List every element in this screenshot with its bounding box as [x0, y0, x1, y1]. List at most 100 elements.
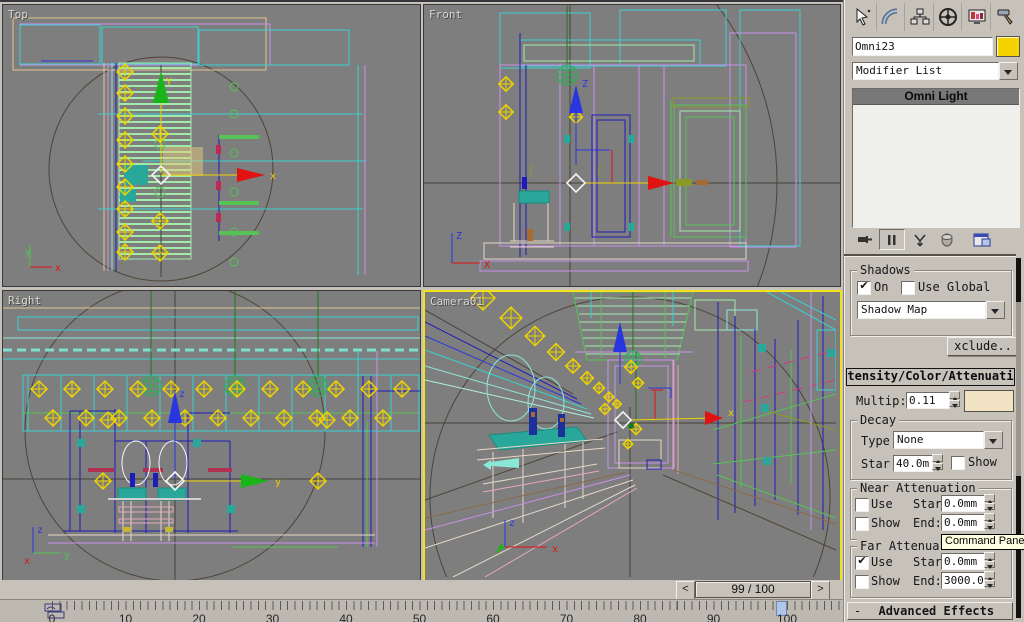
decay-start-label: Star: [861, 457, 890, 471]
near-start-field[interactable]: 0.0mm: [941, 495, 985, 512]
right-omni-light-icons[interactable]: [31, 381, 410, 489]
command-panel: Modifier List Omni Light: [843, 0, 1024, 622]
decay-type-dropdown[interactable]: None: [893, 431, 1003, 449]
near-end-field[interactable]: 0.0mm: [941, 514, 985, 531]
far-attenuation-group: Far Attenua Use Star 0.0mm Show End: 300…: [850, 546, 1012, 598]
front-wireframe: [424, 5, 840, 286]
viewport-camera[interactable]: Camera01: [423, 290, 842, 583]
far-show-label: Show: [871, 574, 900, 588]
multiplier-field[interactable]: 0.11: [906, 392, 950, 409]
near-end-spinner[interactable]: [984, 513, 995, 529]
advanced-effects-rollout[interactable]: - Advanced Effects: [847, 602, 1013, 620]
configure-modifier-sets-button[interactable]: [970, 230, 994, 249]
tab-display[interactable]: [964, 3, 991, 31]
mini-curve-editor-button[interactable]: [44, 603, 70, 619]
viewport-right[interactable]: Right: [2, 290, 421, 581]
exclude-button[interactable]: xclude..: [947, 337, 1019, 356]
decay-start-field[interactable]: 40.0m: [893, 455, 933, 472]
decay-group: Decay Type None Star 40.0m Show: [850, 420, 1012, 480]
intensity-rollout-header[interactable]: tensity/Color/Attenuati: [846, 368, 1015, 386]
far-start-field[interactable]: 0.0mm: [941, 553, 985, 570]
dropdown-arrow-icon[interactable]: [986, 301, 1005, 319]
tab-motion[interactable]: [936, 3, 963, 31]
dropdown-arrow-icon[interactable]: [984, 431, 1003, 449]
current-frame-display[interactable]: 99 / 100: [695, 581, 811, 598]
tab-utilities[interactable]: [993, 3, 1019, 31]
near-end-label: End:: [913, 516, 942, 530]
decay-type-value[interactable]: None: [893, 431, 984, 449]
modifier-list-value[interactable]: Modifier List: [852, 62, 999, 80]
shadow-type-dropdown[interactable]: Shadow Map: [857, 301, 1005, 319]
right-wireframe: [3, 291, 420, 580]
hammer-icon: [995, 7, 1015, 27]
viewport-right-label: Right: [8, 294, 41, 307]
far-end-spinner[interactable]: [984, 571, 995, 587]
dropdown-arrow-icon[interactable]: [999, 62, 1018, 80]
wheel-icon: [938, 7, 958, 27]
viewport-top-label: Top: [8, 8, 28, 21]
show-end-result-icon: [884, 232, 900, 248]
decay-show-label: Show: [968, 455, 997, 469]
application-window: Top: [0, 0, 1024, 622]
viewport-front[interactable]: Front: [423, 4, 841, 287]
svg-text:y: y: [64, 550, 70, 561]
near-start-label: Star: [913, 497, 942, 511]
svg-text:Y: Y: [166, 77, 172, 88]
command-panel-scrollbar[interactable]: [1016, 258, 1021, 618]
time-slider-handle[interactable]: < 99 / 100 >: [676, 581, 830, 598]
tab-hierarchy[interactable]: [907, 3, 934, 31]
viewport-top[interactable]: Top: [2, 4, 421, 287]
modifier-stack-selected-item[interactable]: Omni Light: [853, 89, 1019, 105]
remove-modifier-button[interactable]: [935, 230, 959, 249]
shadows-group-legend: Shadows: [857, 263, 914, 277]
next-frame-button[interactable]: >: [811, 581, 830, 600]
svg-text:x: x: [55, 263, 61, 274]
decay-type-label: Type: [861, 434, 890, 448]
previous-frame-button[interactable]: <: [676, 581, 695, 600]
monitor-icon: [967, 7, 987, 27]
near-use-checkbox[interactable]: [855, 498, 869, 512]
pin-stack-button[interactable]: [852, 230, 876, 249]
svg-text:z: z: [509, 518, 515, 529]
far-start-label: Star: [913, 555, 942, 569]
modifier-list-dropdown[interactable]: Modifier List: [852, 62, 1018, 80]
far-show-checkbox[interactable]: [855, 575, 869, 589]
tab-modify[interactable]: [879, 3, 906, 31]
show-end-result-button[interactable]: [879, 229, 905, 250]
modifier-stack[interactable]: Omni Light: [852, 88, 1020, 228]
camera-wireframe: [425, 292, 836, 577]
decay-start-spinner[interactable]: [932, 454, 943, 470]
camera-omni-light-icons[interactable]: [471, 292, 644, 449]
modifier-stack-toolbar: [852, 229, 1018, 250]
object-color-swatch[interactable]: [996, 36, 1020, 57]
tab-create[interactable]: [850, 3, 877, 31]
decay-show-checkbox[interactable]: [951, 456, 965, 470]
shadows-on-label: On: [874, 280, 888, 294]
light-color-swatch[interactable]: [964, 390, 1014, 412]
scrollbar-thumb[interactable]: [1016, 258, 1021, 302]
multiplier-label: Multip:: [856, 394, 907, 408]
shadow-type-value[interactable]: Shadow Map: [857, 301, 986, 319]
near-show-checkbox[interactable]: [855, 517, 869, 531]
svg-text:z: z: [37, 525, 43, 536]
near-start-spinner[interactable]: [984, 494, 995, 510]
svg-text:X: X: [484, 260, 490, 271]
svg-text:x: x: [728, 408, 734, 419]
shadows-on-checkbox[interactable]: [857, 281, 871, 295]
front-move-gizmo[interactable]: Z: [567, 79, 708, 192]
far-start-spinner[interactable]: [984, 552, 995, 568]
time-slider-track[interactable]: < 99 / 100 >: [0, 580, 843, 599]
multiplier-spinner[interactable]: [949, 391, 960, 407]
svg-text:z: z: [179, 389, 185, 400]
right-hanging-lamps: [141, 291, 328, 396]
rollout-collapse-icon: -: [854, 604, 861, 618]
use-global-checkbox[interactable]: [901, 281, 915, 295]
tooltip: Command Panel: [941, 534, 1024, 550]
far-end-field[interactable]: 3000.0: [941, 572, 985, 589]
track-bar[interactable]: 0102030405060708090100: [0, 599, 843, 622]
command-panel-tabs: [850, 3, 1018, 33]
object-name-input[interactable]: [852, 37, 993, 56]
far-use-checkbox[interactable]: [855, 556, 869, 570]
make-unique-button[interactable]: [908, 230, 932, 249]
right-move-gizmo[interactable]: z y: [166, 389, 281, 490]
